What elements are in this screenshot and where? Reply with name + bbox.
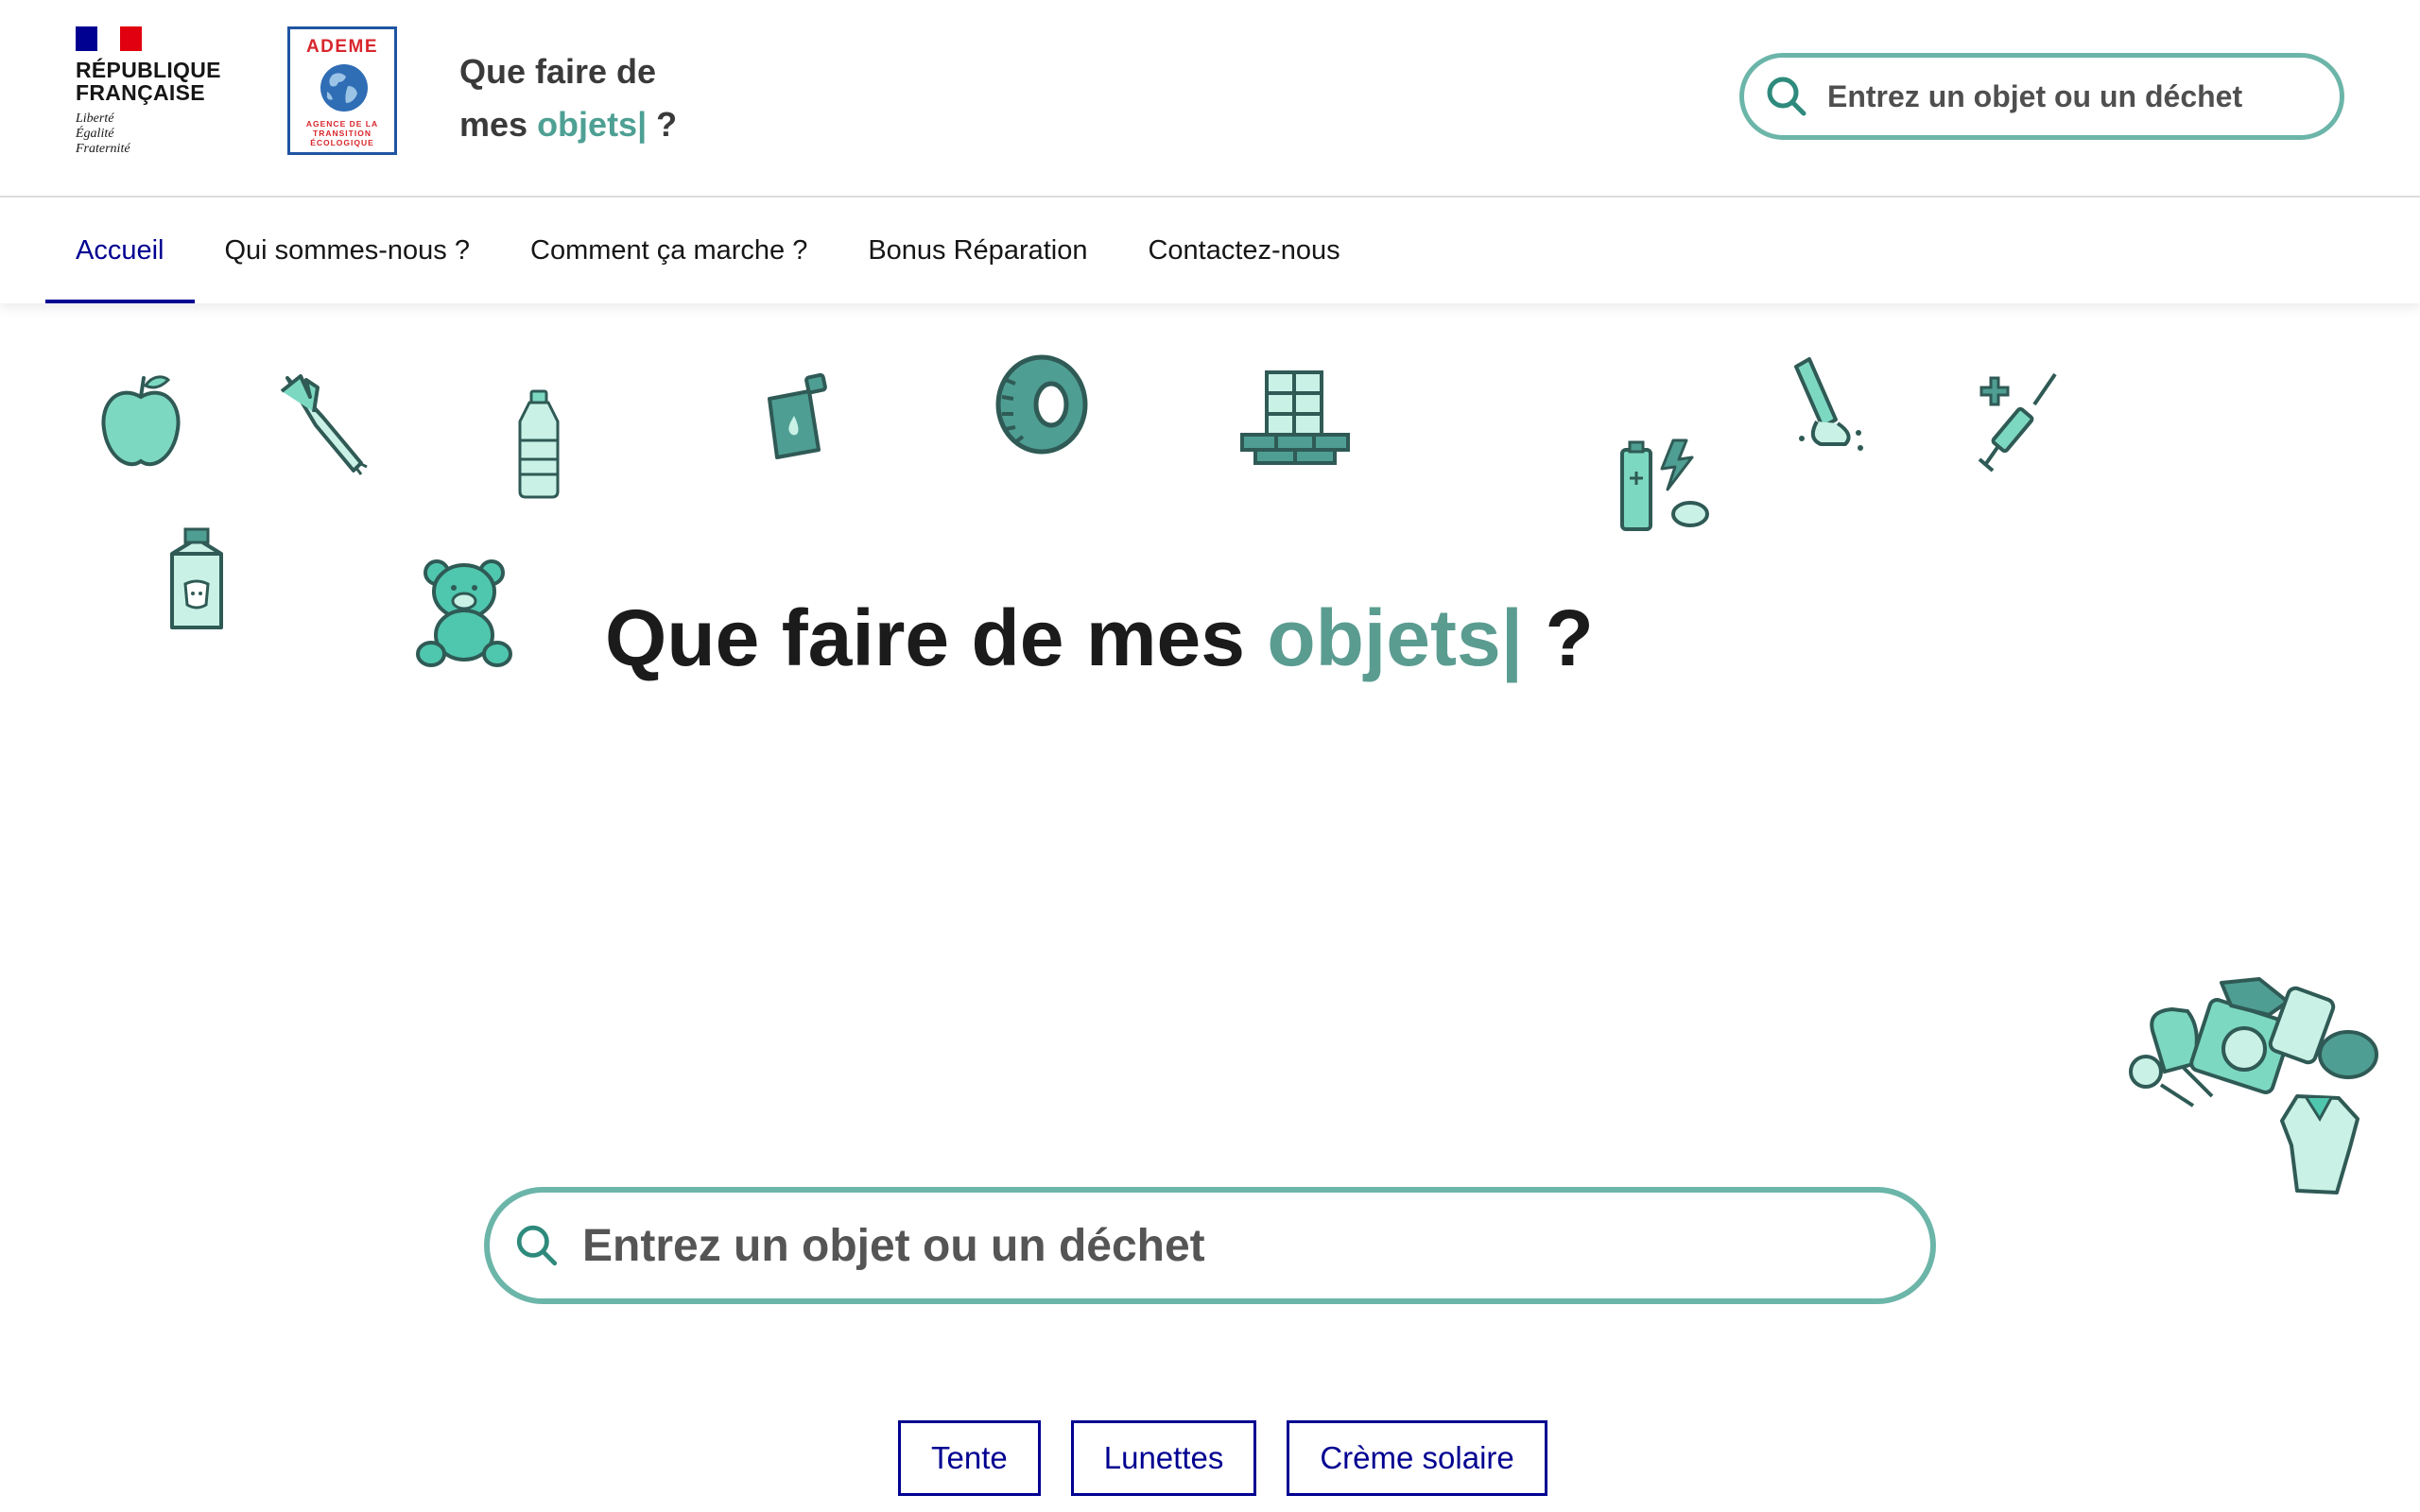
- hero-search-input[interactable]: [582, 1219, 1887, 1272]
- nav-item-contactez-nous[interactable]: Contactez-nous: [1117, 198, 1370, 303]
- hero-search-bar[interactable]: [484, 1187, 1936, 1304]
- site-title-line1: Que faire de: [459, 52, 657, 91]
- nav-item-accueil[interactable]: Accueil: [45, 198, 195, 303]
- water-bottle-icon: [518, 389, 560, 499]
- hero-title-prefix: Que faire de mes: [605, 593, 1268, 682]
- republic-motto: Liberté Égalité Fraternité: [76, 112, 130, 157]
- french-flag-icon: [76, 26, 142, 51]
- site-title-line2: mes objets| ?: [459, 98, 677, 151]
- hero-title-suffix: ?: [1523, 593, 1594, 682]
- nav-list: Accueil Qui sommes-nous ? Comment ça mar…: [45, 198, 1371, 303]
- ademe-subtitle-line3: ÉCOLOGIQUE: [310, 138, 374, 147]
- nav-item-comment-ca-marche[interactable]: Comment ça marche ?: [500, 198, 838, 303]
- ademe-title: ADEME: [305, 37, 379, 57]
- hero-title-accent: objets|: [1267, 593, 1524, 682]
- oil-can-icon: [768, 372, 827, 459]
- suggestion-creme-solaire-button[interactable]: Crème solaire: [1287, 1420, 1547, 1496]
- nav-item-bonus-reparation[interactable]: Bonus Réparation: [838, 198, 1117, 303]
- ademe-subtitle-line2: TRANSITION: [313, 129, 372, 138]
- site-title-accent: objets|: [537, 105, 648, 144]
- header-search-input[interactable]: [1827, 78, 2319, 114]
- search-icon: [516, 1225, 558, 1266]
- site-title[interactable]: Que faire de mes objets| ?: [459, 45, 677, 151]
- suggestion-lunettes-button[interactable]: Lunettes: [1070, 1420, 1257, 1496]
- globe-icon: [320, 64, 368, 112]
- nav-item-qui-sommes-nous[interactable]: Qui sommes-nous ?: [195, 198, 501, 303]
- site-header: RÉPUBLIQUE FRANÇAISE Liberté Égalité Fra…: [0, 0, 2420, 198]
- ademe-subtitle: AGENCE DE LA TRANSITION ÉCOLOGIQUE: [290, 119, 394, 147]
- cigarette-icon: [1794, 357, 1863, 451]
- motto-liberte: Liberté: [76, 112, 114, 126]
- suggestion-tente-button[interactable]: Tente: [898, 1420, 1041, 1496]
- apple-icon: [101, 375, 181, 467]
- search-icon: [1767, 77, 1806, 116]
- motto-egalite: Égalité: [76, 127, 114, 141]
- search-suggestions: Tente Lunettes Crème solaire: [898, 1420, 1547, 1496]
- ademe-subtitle-line1: AGENCE DE LA: [305, 119, 379, 129]
- ademe-logo[interactable]: ADEME AGENCE DE LA TRANSITION ÉCOLOGIQUE: [287, 26, 397, 155]
- tire-icon: [995, 354, 1088, 455]
- motto-fraternite: Fraternité: [76, 142, 130, 156]
- household-objects-pile: [2129, 977, 2378, 1194]
- site-title-suffix: ?: [647, 105, 678, 144]
- main-navigation: Accueil Qui sommes-nous ? Comment ça mar…: [0, 198, 2420, 303]
- republic-name-line2: FRANÇAISE: [76, 80, 205, 105]
- header-search-bar[interactable]: [1739, 53, 2344, 140]
- republique-francaise-logo[interactable]: RÉPUBLIQUE FRANÇAISE Liberté Égalité Fra…: [76, 26, 236, 163]
- republic-name: RÉPUBLIQUE FRANÇAISE: [76, 59, 221, 104]
- site-title-prefix: mes: [459, 105, 538, 144]
- teddy-bear-icon: [416, 559, 512, 667]
- syringe-icon: [1978, 372, 2057, 472]
- republic-name-line1: RÉPUBLIQUE: [76, 58, 221, 82]
- leek-icon: [280, 374, 368, 475]
- milk-carton-icon: [170, 527, 223, 629]
- hero-title: Que faire de mes objets| ?: [605, 586, 1594, 690]
- window-icon: [1240, 370, 1350, 465]
- battery-icon: [1620, 438, 1709, 531]
